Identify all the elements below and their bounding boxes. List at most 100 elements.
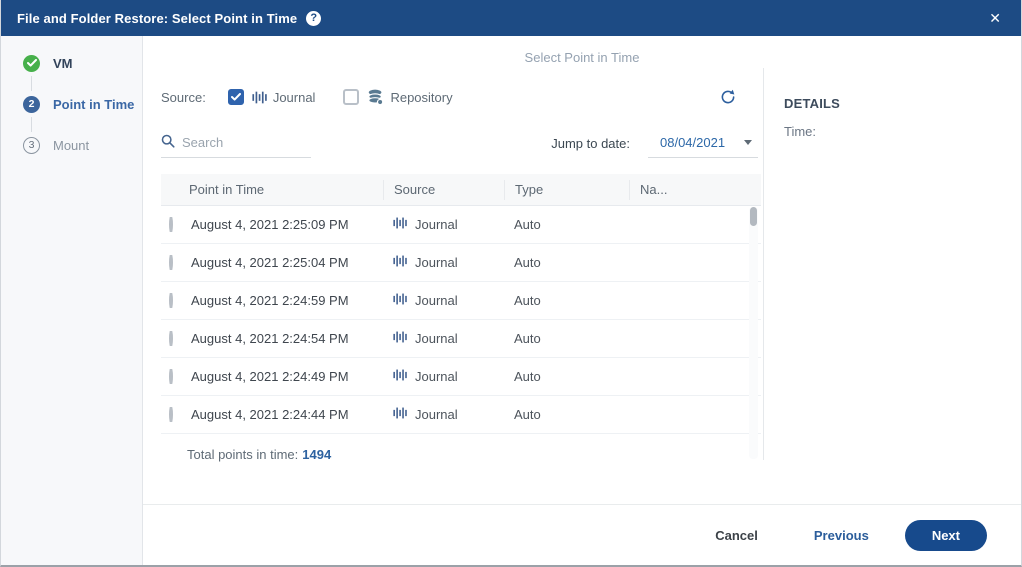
jump-to-date-group: Jump to date: 08/04/2021 — [551, 135, 758, 158]
table-row[interactable]: August 4, 2021 2:24:49 PM Journal Auto — [161, 358, 761, 396]
radio-button[interactable] — [169, 369, 173, 384]
step-connector — [31, 76, 32, 91]
search-icon — [161, 134, 175, 151]
type-cell: Auto — [514, 217, 541, 232]
table-header: Point in Time Source Type Na... — [161, 174, 761, 206]
repository-database-icon — [367, 89, 384, 105]
source-value: Journal — [415, 369, 458, 384]
table-row[interactable]: August 4, 2021 2:24:44 PM Journal Auto — [161, 396, 761, 434]
source-value: Journal — [415, 255, 458, 270]
step-vm[interactable]: VM — [23, 54, 142, 72]
type-cell: Auto — [514, 293, 541, 308]
source-value: Journal — [415, 293, 458, 308]
details-heading: DETAILS — [784, 96, 841, 111]
search-box — [161, 134, 311, 158]
dialog-titlebar: File and Folder Restore: Select Point in… — [1, 0, 1021, 36]
radio-button[interactable] — [169, 407, 173, 422]
source-cell: Journal — [383, 217, 504, 232]
source-cell: Journal — [383, 369, 504, 384]
table-body: August 4, 2021 2:25:09 PM Journal Auto A… — [161, 206, 761, 434]
type-cell: Auto — [514, 407, 541, 422]
journal-bars-icon — [252, 91, 267, 104]
source-cell: Journal — [383, 293, 504, 308]
jump-to-date-label: Jump to date: — [551, 136, 630, 151]
type-cell: Auto — [514, 255, 541, 270]
radio-button[interactable] — [169, 331, 173, 346]
content-and-details: Source: Journal Repository Search Jump t… — [143, 68, 1021, 565]
header-point-in-time[interactable]: Point in Time — [189, 180, 383, 200]
header-name[interactable]: Na... — [629, 179, 761, 200]
source-cell: Journal — [383, 255, 504, 270]
source-label: Source: — [161, 89, 206, 105]
point-in-time-cell: August 4, 2021 2:24:44 PM — [191, 407, 349, 422]
details-time-label: Time: — [784, 124, 817, 139]
table-row[interactable]: August 4, 2021 2:25:09 PM Journal Auto — [161, 206, 761, 244]
points-table: Point in Time Source Type Na... August 4… — [161, 174, 761, 459]
dialog-footer: Cancel Previous Next — [143, 504, 1021, 565]
radio-button[interactable] — [169, 217, 173, 232]
header-type[interactable]: Type — [504, 179, 629, 200]
close-icon[interactable]: ✕ — [985, 9, 1005, 27]
journal-checkbox[interactable] — [227, 89, 244, 105]
header-radio-column — [161, 180, 189, 200]
point-in-time-cell: August 4, 2021 2:24:54 PM — [191, 331, 349, 346]
journal-bars-icon — [393, 331, 407, 346]
source-filter-row: Source: Journal Repository — [161, 82, 763, 112]
help-icon[interactable]: ? — [306, 10, 322, 26]
total-points-label: Total points in time: — [187, 447, 299, 462]
table-row[interactable]: August 4, 2021 2:24:59 PM Journal Auto — [161, 282, 761, 320]
radio-button[interactable] — [169, 293, 173, 308]
dialog-title: File and Folder Restore: Select Point in… — [17, 10, 298, 26]
journal-bars-icon — [393, 369, 407, 384]
wizard-steps-sidebar: VM 2 Point in Time 3 Mount — [1, 36, 143, 565]
source-cell: Journal — [383, 331, 504, 346]
journal-option-label: Journal — [272, 89, 316, 105]
search-input[interactable] — [182, 135, 297, 150]
content-column: Source: Journal Repository Search Jump t… — [143, 68, 763, 462]
date-select[interactable]: 08/04/2021 — [648, 135, 758, 158]
total-points-value: 1494 — [302, 447, 332, 462]
point-in-time-cell: August 4, 2021 2:24:49 PM — [191, 369, 349, 384]
step-mount[interactable]: 3 Mount — [23, 136, 142, 154]
source-value: Journal — [415, 407, 458, 422]
header-source[interactable]: Source — [383, 179, 504, 200]
details-panel: DETAILS Time: — [763, 68, 1021, 460]
journal-bars-icon — [393, 407, 407, 422]
repository-checkbox[interactable] — [343, 89, 360, 105]
main-panel: Select Point in Time Source: Journal Rep… — [143, 36, 1021, 565]
repository-source-option[interactable]: Repository — [343, 89, 453, 105]
refresh-icon[interactable] — [719, 88, 737, 106]
table-row[interactable]: August 4, 2021 2:24:54 PM Journal Auto — [161, 320, 761, 358]
previous-button[interactable]: Previous — [814, 528, 869, 543]
cancel-button[interactable]: Cancel — [715, 528, 758, 543]
step-connector — [31, 117, 32, 132]
radio-button[interactable] — [169, 255, 173, 270]
step-complete-check-icon — [23, 54, 40, 72]
step-number-badge: 3 — [23, 136, 40, 154]
journal-bars-icon — [393, 293, 407, 308]
scrollbar-thumb[interactable] — [750, 207, 757, 226]
source-cell: Journal — [383, 407, 504, 422]
table-row[interactable]: August 4, 2021 2:25:04 PM Journal Auto — [161, 244, 761, 282]
file-folder-restore-dialog: File and Folder Restore: Select Point in… — [0, 0, 1022, 567]
source-value: Journal — [415, 331, 458, 346]
source-value: Journal — [415, 217, 458, 232]
next-button[interactable]: Next — [904, 519, 987, 551]
date-value: 08/04/2021 — [660, 135, 726, 150]
type-cell: Auto — [514, 331, 541, 346]
table-scrollbar[interactable] — [749, 207, 758, 459]
panel-heading: Select Point in Time — [524, 50, 640, 65]
step-label: Point in Time — [53, 96, 135, 112]
chevron-down-icon — [744, 140, 752, 145]
journal-source-option[interactable]: Journal — [227, 89, 316, 105]
point-in-time-cell: August 4, 2021 2:24:59 PM — [191, 293, 349, 308]
step-label: VM — [53, 55, 73, 71]
point-in-time-cell: August 4, 2021 2:25:09 PM — [191, 217, 349, 232]
journal-bars-icon — [393, 217, 407, 232]
total-points-row: Total points in time: 1494 — [161, 447, 763, 462]
step-number-badge: 2 — [23, 95, 40, 113]
type-cell: Auto — [514, 369, 541, 384]
point-in-time-cell: August 4, 2021 2:25:04 PM — [191, 255, 349, 270]
step-point-in-time[interactable]: 2 Point in Time — [23, 95, 142, 113]
filter-row: Jump to date: 08/04/2021 — [161, 120, 763, 158]
